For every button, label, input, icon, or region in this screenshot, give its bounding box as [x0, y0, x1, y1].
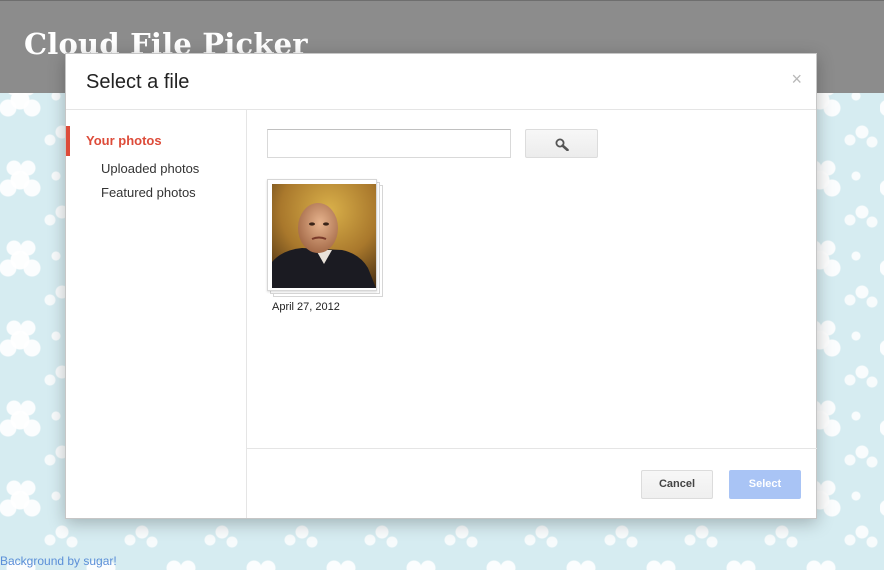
select-button[interactable]: Select [729, 470, 801, 499]
dialog-footer: Cancel Select [247, 448, 817, 518]
photo-frame [267, 179, 377, 291]
sidebar-nav: Your photos Uploaded photos Featured pho… [66, 110, 247, 518]
search-input[interactable] [267, 129, 511, 158]
photo-item[interactable]: April 27, 2012 [267, 179, 385, 319]
nav-item-featured-photos[interactable]: Featured photos [66, 178, 246, 208]
search-icon [555, 138, 569, 151]
photo-browser: April 27, 2012 [247, 110, 817, 450]
dialog-header: Select a file × [66, 54, 816, 110]
file-picker-dialog: Select a file × Your photos Uploaded pho… [65, 53, 817, 519]
dialog-title: Select a file [86, 71, 190, 93]
photo-thumbnail [272, 184, 376, 288]
cancel-button[interactable]: Cancel [641, 470, 713, 499]
photo-date: April 27, 2012 [272, 301, 340, 313]
background-credit-link[interactable]: Background by sugar! [0, 554, 117, 568]
nav-item-your-photos[interactable]: Your photos [66, 126, 246, 156]
search-button[interactable] [525, 129, 598, 158]
close-icon[interactable]: × [791, 70, 802, 88]
